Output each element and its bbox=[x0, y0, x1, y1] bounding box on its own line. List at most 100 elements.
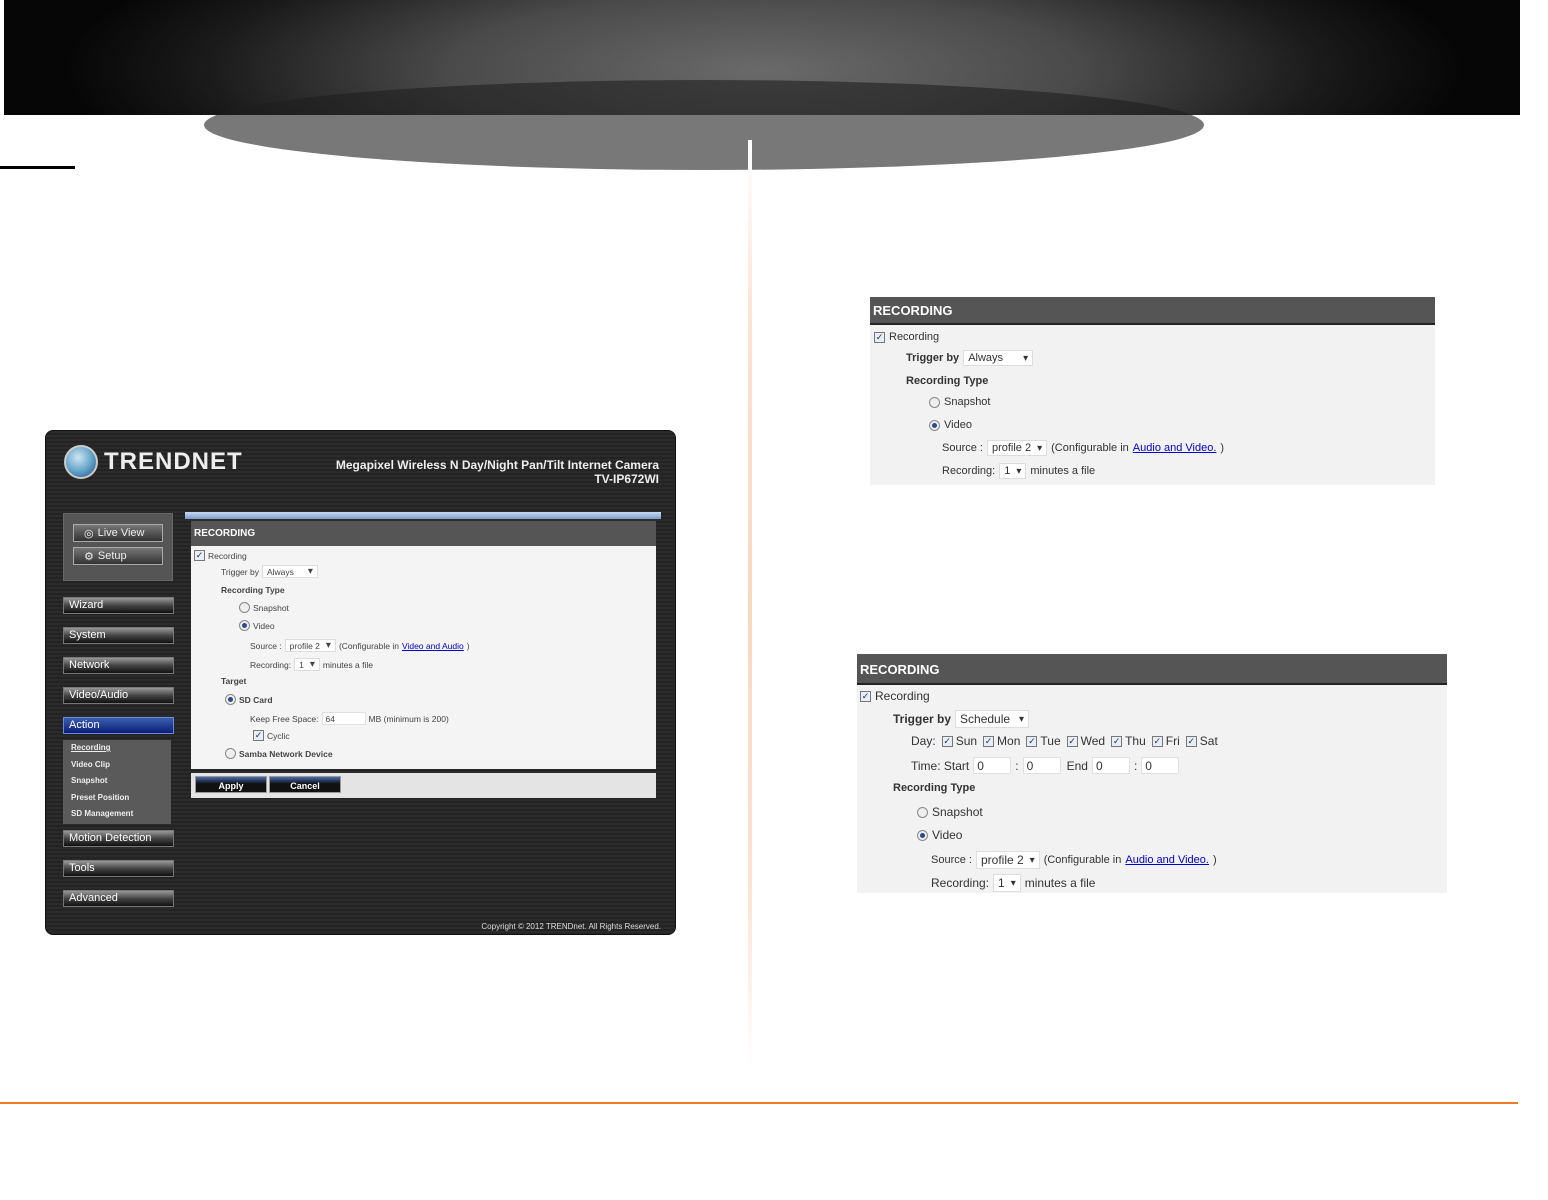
rec-length-suffix: minutes a file bbox=[1024, 876, 1096, 890]
target-label: Target bbox=[221, 676, 247, 686]
video-label: Video bbox=[944, 419, 972, 431]
footer-rule bbox=[0, 1102, 1518, 1104]
snapshot-radio[interactable] bbox=[917, 806, 928, 818]
recording-label: Recording bbox=[889, 331, 940, 343]
day-wed-checkbox[interactable]: ✓ bbox=[1066, 735, 1078, 747]
video-radio[interactable] bbox=[929, 419, 940, 431]
keep-free-suffix: MB (minimum is 200) bbox=[368, 713, 449, 724]
snapshot-label: Snapshot bbox=[932, 805, 983, 819]
time-end-label: End bbox=[1066, 758, 1088, 773]
nav-motion-detection[interactable]: Motion Detection bbox=[63, 830, 174, 847]
cancel-button[interactable]: Cancel bbox=[269, 776, 341, 793]
start-minute-input[interactable]: 0 bbox=[1022, 757, 1061, 774]
action-submenu: Recording Video Clip Snapshot Preset Pos… bbox=[63, 740, 171, 824]
rec-length-select[interactable]: 1 bbox=[993, 874, 1021, 892]
recording-label: Recording bbox=[208, 550, 247, 561]
video-label: Video bbox=[932, 828, 963, 842]
nav-video-audio[interactable]: Video/Audio bbox=[63, 687, 174, 704]
end-hour-input[interactable]: 0 bbox=[1091, 757, 1130, 774]
time-separator: : bbox=[1015, 758, 1019, 773]
keep-free-label: Keep Free Space: bbox=[250, 713, 319, 724]
keep-free-input[interactable]: 64 bbox=[321, 712, 366, 725]
audio-video-link[interactable]: Audio and Video. bbox=[1133, 442, 1217, 454]
day-fri-label: Fri bbox=[1165, 734, 1180, 748]
recording-type-label: Recording Type bbox=[906, 375, 989, 387]
trigger-select[interactable]: Always bbox=[261, 565, 318, 578]
rec-length-select[interactable]: 1 bbox=[999, 463, 1027, 479]
sd-card-label: SD Card bbox=[239, 694, 273, 705]
day-tue-checkbox[interactable]: ✓ bbox=[1026, 735, 1038, 747]
submenu-snapshot[interactable]: Snapshot bbox=[63, 773, 171, 790]
source-label: Source : bbox=[942, 442, 983, 454]
rec-length-label: Recording: bbox=[931, 876, 990, 890]
live-view-button[interactable]: ◎ Live View bbox=[73, 524, 163, 542]
setup-button[interactable]: ⚙ Setup bbox=[73, 547, 163, 565]
live-view-label: Live View bbox=[97, 527, 145, 539]
end-minute-input[interactable]: 0 bbox=[1141, 757, 1180, 774]
product-title: Megapixel Wireless N Day/Night Pan/Tilt … bbox=[336, 458, 659, 486]
panel-accent-bar bbox=[185, 512, 661, 519]
rec-length-suffix: minutes a file bbox=[322, 659, 373, 670]
view-switcher: ◎ Live View ⚙ Setup bbox=[63, 513, 173, 581]
snapshot-label: Snapshot bbox=[944, 396, 991, 408]
audio-video-link[interactable]: Audio and Video. bbox=[1125, 854, 1209, 866]
samba-label: Samba Network Device bbox=[239, 748, 333, 759]
source-select[interactable]: profile 2 bbox=[975, 851, 1040, 869]
recording-checkbox[interactable]: ✓ bbox=[194, 550, 205, 561]
submenu-video-clip[interactable]: Video Clip bbox=[63, 757, 171, 774]
sd-card-radio[interactable] bbox=[225, 694, 236, 705]
submenu-recording[interactable]: Recording bbox=[63, 740, 171, 757]
nav-system[interactable]: System bbox=[63, 627, 174, 644]
day-fri-checkbox[interactable]: ✓ bbox=[1151, 735, 1163, 747]
nav-tools[interactable]: Tools bbox=[63, 860, 174, 877]
day-sat-label: Sat bbox=[1199, 734, 1218, 748]
source-select[interactable]: profile 2 bbox=[986, 440, 1048, 456]
video-radio[interactable] bbox=[239, 620, 250, 631]
config-note: (Configurable in bbox=[1051, 442, 1129, 454]
day-sat-checkbox[interactable]: ✓ bbox=[1185, 735, 1197, 747]
nav-network[interactable]: Network bbox=[63, 657, 174, 674]
snapshot-radio[interactable] bbox=[929, 396, 940, 408]
video-audio-link[interactable]: Video and Audio bbox=[402, 641, 464, 651]
recording-panel-always: RECORDING ✓ Recording Trigger byAlways Re… bbox=[870, 297, 1435, 485]
copyright: Copyright © 2012 TRENDnet. All Rights Re… bbox=[481, 922, 661, 931]
submenu-preset-position[interactable]: Preset Position bbox=[63, 790, 171, 807]
source-select[interactable]: profile 2 bbox=[284, 639, 336, 652]
product-model: TV-IP672WI bbox=[594, 472, 659, 486]
nav-action[interactable]: Action bbox=[63, 717, 174, 734]
config-note: (Configurable in bbox=[338, 640, 399, 651]
panel-title: RECORDING bbox=[857, 654, 1447, 685]
source-label: Source : bbox=[250, 640, 282, 651]
recording-label: Recording bbox=[875, 689, 930, 703]
source-label: Source : bbox=[931, 854, 972, 866]
snapshot-label: Snapshot bbox=[253, 602, 289, 613]
start-hour-input[interactable]: 0 bbox=[973, 757, 1012, 774]
section-rule bbox=[0, 166, 75, 169]
day-mon-checkbox[interactable]: ✓ bbox=[983, 735, 995, 747]
trigger-label: Trigger by bbox=[906, 352, 960, 364]
globe-icon bbox=[64, 445, 98, 479]
rec-length-label: Recording: bbox=[942, 465, 996, 477]
cyclic-checkbox[interactable]: ✓ bbox=[253, 730, 264, 741]
trigger-label: Trigger by bbox=[221, 566, 259, 577]
nav-advanced[interactable]: Advanced bbox=[63, 890, 174, 907]
snapshot-radio[interactable] bbox=[239, 602, 250, 613]
recording-panel: RECORDING ✓Recording Trigger byAlways Re… bbox=[191, 521, 656, 769]
nav-wizard[interactable]: Wizard bbox=[63, 597, 174, 614]
recording-checkbox[interactable]: ✓ bbox=[874, 331, 885, 343]
rec-length-label: Recording: bbox=[250, 659, 292, 670]
apply-button[interactable]: Apply bbox=[195, 776, 267, 793]
day-wed-label: Wed bbox=[1080, 734, 1106, 748]
trigger-select[interactable]: Schedule bbox=[955, 710, 1030, 728]
recording-checkbox[interactable]: ✓ bbox=[860, 690, 871, 702]
config-note-end: ) bbox=[1220, 442, 1225, 454]
video-radio[interactable] bbox=[917, 829, 928, 841]
submenu-sd-management[interactable]: SD Management bbox=[63, 806, 171, 823]
day-sun-checkbox[interactable]: ✓ bbox=[941, 735, 953, 747]
trigger-select[interactable]: Always bbox=[963, 350, 1034, 366]
rec-length-select[interactable]: 1 bbox=[294, 658, 320, 671]
samba-radio[interactable] bbox=[225, 748, 236, 759]
brand-name: TRENDNET bbox=[104, 448, 243, 475]
config-note: (Configurable in bbox=[1043, 854, 1122, 866]
day-thu-checkbox[interactable]: ✓ bbox=[1111, 735, 1123, 747]
